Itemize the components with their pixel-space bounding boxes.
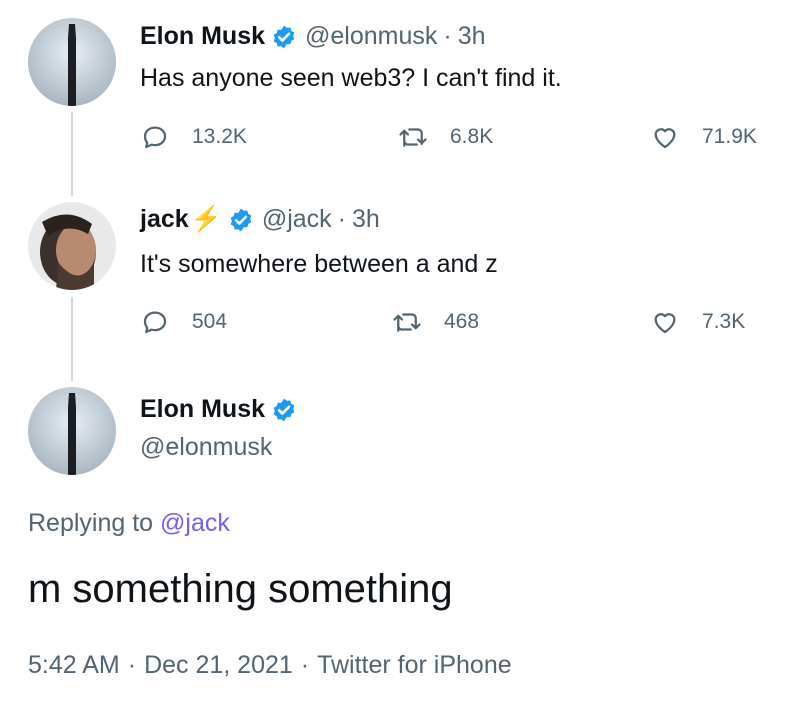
like-button[interactable]: 71.9K bbox=[650, 122, 757, 152]
like-button[interactable]: 7.3K bbox=[650, 307, 745, 337]
separator: · bbox=[300, 651, 310, 679]
timestamp[interactable]: 3h bbox=[458, 22, 486, 51]
retweet-icon bbox=[399, 128, 427, 147]
main-tweet-text: m something something bbox=[28, 567, 453, 611]
replying-to: Replying to @jack bbox=[28, 509, 230, 538]
tweet-source[interactable]: Twitter for iPhone bbox=[317, 651, 512, 679]
handle[interactable]: @elonmusk bbox=[140, 433, 272, 462]
reply-icon bbox=[143, 126, 167, 149]
separator: · bbox=[337, 205, 346, 233]
thread-line-1 bbox=[71, 112, 73, 196]
separator: · bbox=[443, 22, 452, 50]
handle[interactable]: @elonmusk bbox=[305, 22, 437, 51]
display-name[interactable]: jack bbox=[140, 205, 189, 234]
tweet-time[interactable]: 5:42 AM bbox=[28, 651, 120, 679]
retweet-count: 468 bbox=[444, 310, 480, 333]
avatar-elonmusk[interactable] bbox=[28, 387, 116, 475]
reply-icon bbox=[143, 311, 167, 334]
display-name[interactable]: Elon Musk bbox=[140, 395, 265, 424]
tweet-2-header: jack ⚡ @jack · 3h bbox=[140, 205, 380, 234]
timestamp[interactable]: 3h bbox=[352, 205, 380, 234]
reply-count: 504 bbox=[192, 310, 228, 333]
tweet-1-text: Has anyone seen web3? I can't find it. bbox=[140, 64, 562, 92]
retweet-button[interactable]: 468 bbox=[392, 307, 479, 337]
tweet-1-header: Elon Musk @elonmusk · 3h bbox=[140, 22, 486, 51]
avatar-jack[interactable] bbox=[28, 202, 116, 290]
like-count: 7.3K bbox=[702, 310, 746, 333]
thread-line-2 bbox=[71, 297, 73, 381]
avatar-elonmusk[interactable] bbox=[28, 18, 116, 106]
heart-icon bbox=[654, 313, 676, 334]
main-tweet-handle-row: @elonmusk bbox=[140, 433, 272, 462]
tweet-2-text: It's somewhere between a and z bbox=[140, 250, 498, 278]
lightning-emoji: ⚡ bbox=[190, 205, 222, 233]
retweet-count: 6.8K bbox=[450, 125, 494, 148]
verified-badge-icon bbox=[273, 25, 295, 48]
replying-to-label: Replying to bbox=[28, 509, 154, 537]
tweet-metadata: 5:42 AM · Dec 21, 2021 · Twitter for iPhone bbox=[28, 651, 520, 680]
handle[interactable]: @jack bbox=[262, 205, 332, 234]
retweet-icon bbox=[393, 313, 421, 332]
like-count: 71.9K bbox=[702, 125, 757, 148]
display-name[interactable]: Elon Musk bbox=[140, 22, 265, 51]
retweet-button[interactable]: 6.8K bbox=[398, 122, 493, 152]
separator: · bbox=[127, 651, 137, 679]
verified-badge-icon bbox=[230, 208, 252, 231]
reply-count: 13.2K bbox=[192, 125, 247, 148]
tweet-date[interactable]: Dec 21, 2021 bbox=[144, 651, 293, 679]
heart-icon bbox=[654, 128, 676, 149]
verified-badge-icon bbox=[273, 398, 295, 421]
replying-to-mention[interactable]: @jack bbox=[160, 509, 230, 537]
main-tweet-name-row: Elon Musk bbox=[140, 395, 297, 424]
reply-button[interactable]: 504 bbox=[140, 307, 227, 337]
reply-button[interactable]: 13.2K bbox=[140, 122, 247, 152]
